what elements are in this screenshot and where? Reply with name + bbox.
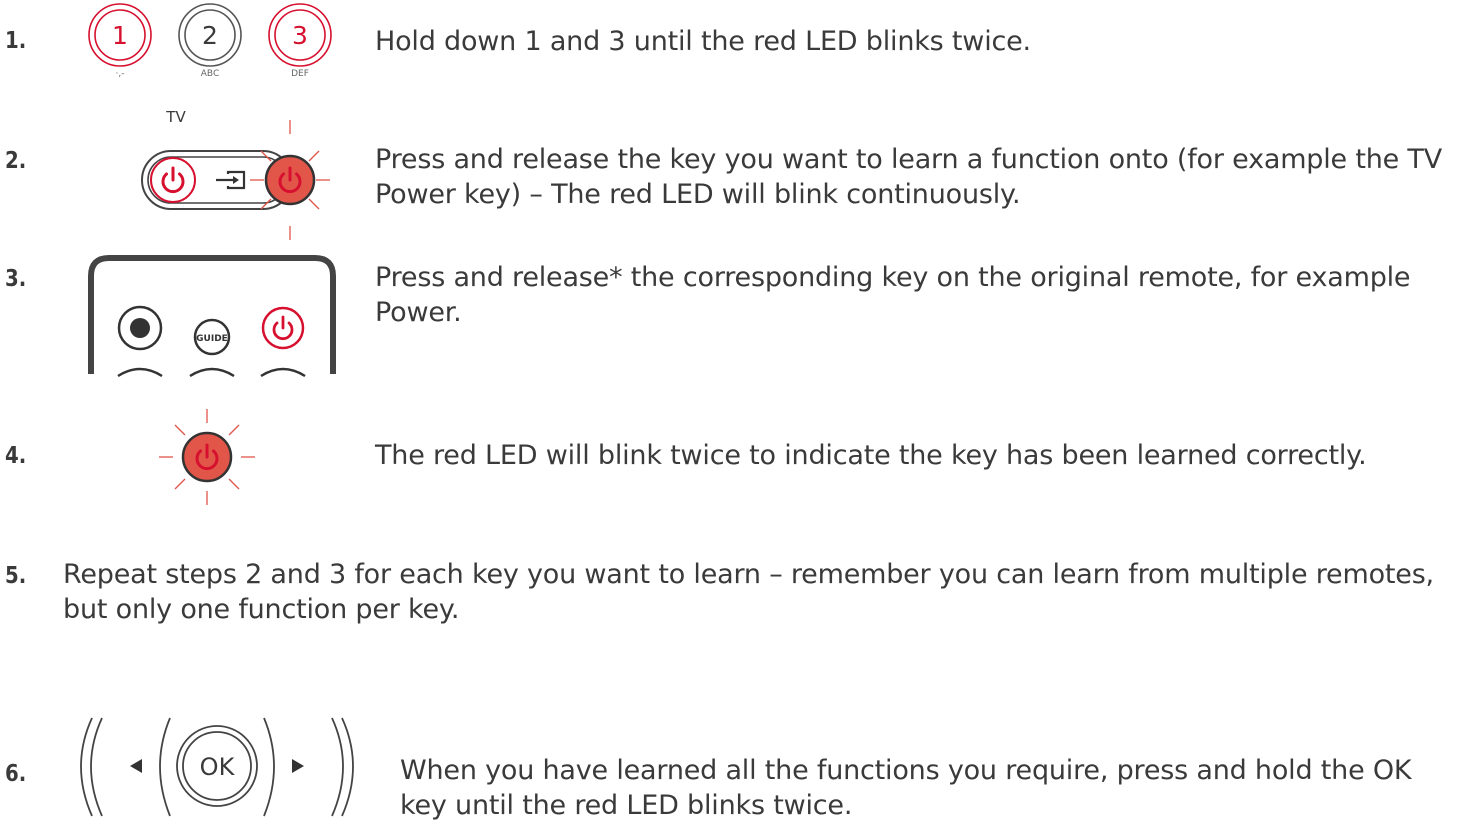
step-3-text: Press and release* the corresponding key…: [375, 262, 1411, 328]
tv-power-key-illustration: TV: [141, 108, 330, 240]
step-4-text: The red LED will blink twice to indicate…: [375, 440, 1367, 471]
ok-key: OK: [176, 725, 258, 807]
key-2-sub: ABC: [201, 69, 219, 79]
tv-label: TV: [165, 108, 186, 126]
led-blink-illustration: [159, 409, 255, 505]
remote-power-key: [261, 306, 305, 350]
step-5-text: Repeat steps 2 and 3 for each key you wa…: [63, 559, 1434, 625]
key-3-digit: 3: [292, 21, 308, 50]
key-2: 2 ABC: [178, 3, 242, 79]
key-3: 3 DEF: [268, 3, 332, 79]
key-3-sub: DEF: [291, 69, 309, 79]
step-3-number: 3.: [5, 266, 27, 292]
original-remote-illustration: GUIDE: [88, 255, 336, 378]
key-2-digit: 2: [202, 21, 218, 50]
step-6-text: When you have learned all the functions …: [400, 755, 1412, 821]
step-1-text: Hold down 1 and 3 until the red LED blin…: [375, 26, 1031, 57]
led-indicator-icon: [250, 120, 330, 240]
key-1-sub: ·,-: [116, 69, 125, 79]
record-icon: [130, 318, 150, 338]
step-2-text: Press and release the key you want to le…: [375, 144, 1442, 210]
power-icon: [161, 166, 185, 194]
power-icon: [272, 315, 294, 341]
number-keys-illustration: 1 ·,- 2 ABC 3 DEF: [88, 3, 332, 79]
key-1-digit: 1: [112, 21, 128, 50]
tv-power-key: [150, 157, 196, 203]
guide-label: GUIDE: [196, 334, 228, 344]
arrow-right-icon: [292, 759, 304, 773]
ok-label: OK: [200, 753, 236, 781]
key-1: 1 ·,-: [88, 3, 152, 79]
input-source-icon: [216, 170, 246, 190]
record-key: [117, 305, 163, 351]
arrow-left-icon: [130, 759, 142, 773]
step-1-number: 1.: [5, 28, 27, 54]
guide-key: GUIDE: [193, 318, 231, 356]
step-5-number: 5.: [5, 563, 27, 589]
step-6-number: 6.: [5, 761, 27, 787]
step-2-number: 2.: [5, 148, 27, 174]
step-4-number: 4.: [5, 443, 27, 469]
navigation-ok-illustration: OK: [80, 717, 354, 817]
led-indicator-icon: [159, 409, 255, 505]
